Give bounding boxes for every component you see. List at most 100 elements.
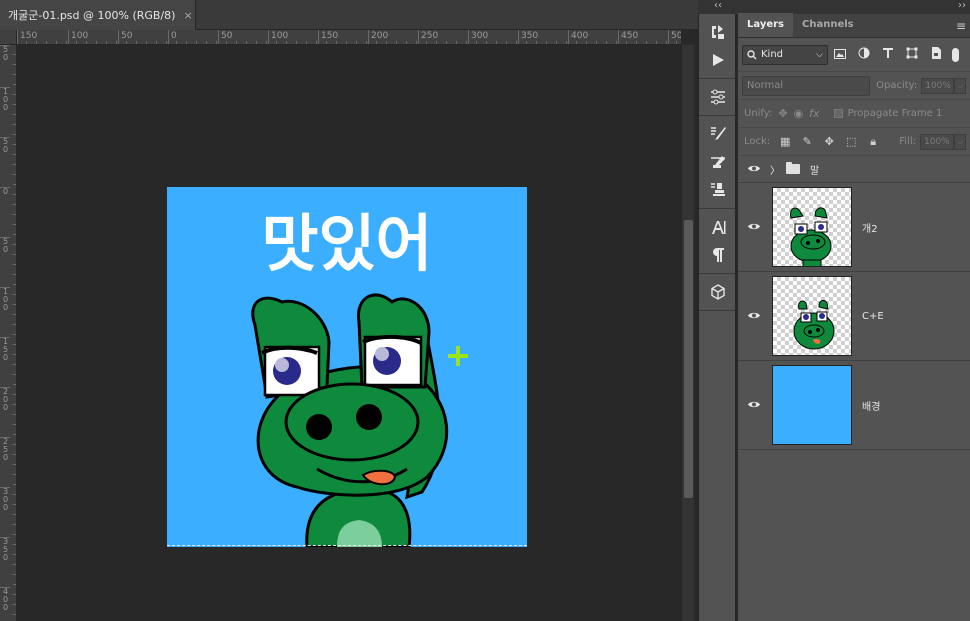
frog-artwork: 맛있어	[251, 207, 449, 547]
propagate-frame-checkbox[interactable]	[833, 109, 843, 118]
ruler-label: 350	[518, 30, 538, 44]
ruler-label: 400	[568, 30, 588, 44]
ruler-label: 250	[0, 437, 10, 462]
tab-layers[interactable]: Layers	[738, 13, 793, 37]
unify-visibility-icon[interactable]: ◉	[794, 107, 804, 120]
opacity-input[interactable]: 100%	[921, 77, 955, 94]
layers-panel: ›› Layers Channels ≡ Kind ⌵ Normal Opaci…	[738, 0, 970, 621]
horizontal-ruler[interactable]: 150 100 50 0 50 100 150 200 250 300 350 …	[17, 30, 681, 45]
layer-name[interactable]: 말	[810, 162, 819, 177]
close-icon[interactable]: ×	[183, 9, 192, 22]
blend-mode-select[interactable]: Normal	[742, 75, 871, 96]
adjustments-icon[interactable]	[699, 83, 737, 111]
folder-icon	[786, 162, 800, 174]
selection-marquee	[167, 545, 527, 546]
layer-row-group[interactable]: 〉 말	[738, 156, 970, 183]
layer-row[interactable]: 개2	[738, 183, 970, 272]
unify-style-icon[interactable]: fx	[809, 107, 819, 120]
visibility-eye-icon[interactable]	[738, 163, 770, 176]
layer-name[interactable]: 개2	[862, 220, 878, 235]
propagate-frame-label: Propagate Frame 1	[847, 108, 943, 119]
search-icon	[747, 49, 757, 59]
ruler-label: 0	[0, 187, 10, 196]
unify-row: Unify: ✥ ◉ fx Propagate Frame 1	[738, 100, 970, 128]
layer-row-background[interactable]: 배경	[738, 361, 970, 450]
panel-tab-bar: Layers Channels ≡	[738, 13, 970, 38]
filter-toggle-switch[interactable]	[952, 47, 959, 62]
document-canvas[interactable]: 맛있어	[167, 187, 527, 547]
chevron-right-icon[interactable]: 〉	[770, 162, 780, 177]
ruler-label: 150	[318, 30, 338, 44]
ruler-label: 50	[0, 237, 10, 254]
play-icon[interactable]	[699, 46, 737, 74]
kind-filter-label: Kind	[761, 49, 784, 60]
collapse-panels-button[interactable]: ‹‹	[698, 0, 738, 14]
expand-panels-button[interactable]: ››	[738, 0, 970, 14]
vertical-ruler[interactable]: 50 100 50 0 50 100 150 200 250 300 350 4…	[0, 45, 17, 621]
layer-filter-row: Kind ⌵	[738, 38, 970, 72]
ruler-label: 50	[0, 45, 10, 62]
history-brush-icon[interactable]	[699, 18, 737, 46]
artwork-text: 맛있어	[261, 207, 432, 280]
lock-position-icon[interactable]: ✥	[818, 135, 840, 148]
visibility-eye-icon[interactable]	[738, 310, 770, 323]
opacity-label: Opacity:	[876, 80, 918, 91]
brush-options-icon[interactable]	[699, 120, 737, 148]
scrollbar-thumb[interactable]	[684, 220, 693, 498]
layer-thumbnail	[772, 276, 852, 356]
ruler-label: 100	[0, 287, 10, 312]
ruler-origin[interactable]	[0, 30, 17, 45]
ruler-label: 250	[418, 30, 438, 44]
document-tab-title: 개굴군-01.psd @ 100% (RGB/8)	[8, 9, 176, 22]
ruler-label: 50	[0, 137, 10, 154]
vertical-scrollbar[interactable]	[681, 45, 694, 621]
layer-thumbnail	[772, 187, 852, 267]
opacity-dropdown-icon[interactable]: ⌵	[954, 77, 966, 94]
ruler-label: 350	[0, 537, 10, 562]
image-filter-icon[interactable]	[828, 48, 852, 62]
layer-row[interactable]: C+E	[738, 272, 970, 361]
layer-name[interactable]: C+E	[862, 311, 884, 322]
clone-source-icon[interactable]	[699, 176, 737, 204]
panel-icon-strip	[698, 14, 736, 621]
kind-filter-select[interactable]: Kind ⌵	[742, 44, 828, 65]
ruler-label: 100	[268, 30, 288, 44]
ruler-label: 100	[68, 30, 88, 44]
smart-object-filter-icon[interactable]	[924, 47, 948, 62]
lock-transparent-pixels-icon[interactable]: ▦	[774, 135, 796, 148]
ruler-label: 200	[368, 30, 388, 44]
document-tab[interactable]: 개굴군-01.psd @ 100% (RGB/8) ×	[0, 0, 196, 30]
ruler-label: 300	[0, 487, 10, 512]
paragraph-icon[interactable]	[699, 241, 737, 269]
unify-label: Unify:	[744, 108, 773, 119]
ruler-label: 150	[17, 30, 37, 44]
tab-channels[interactable]: Channels	[793, 13, 863, 37]
type-filter-icon[interactable]	[876, 47, 900, 62]
chevron-down-icon: ⌵	[816, 49, 823, 60]
ruler-label: 150	[0, 337, 10, 362]
ruler-label: 200	[0, 387, 10, 412]
visibility-eye-icon[interactable]	[738, 399, 770, 412]
lock-artboard-icon[interactable]: ⬚	[840, 135, 862, 148]
lock-image-pixels-icon[interactable]: ✎	[796, 135, 818, 148]
fill-dropdown-icon[interactable]: ⌵	[954, 133, 966, 150]
layer-name[interactable]: 배경	[862, 398, 880, 413]
document-tab-bar: 개굴군-01.psd @ 100% (RGB/8) ×	[0, 0, 698, 30]
visibility-eye-icon[interactable]	[738, 221, 770, 234]
shape-filter-icon[interactable]	[900, 47, 924, 62]
tool-presets-icon[interactable]	[699, 148, 737, 176]
ruler-label: 50	[668, 30, 681, 44]
3d-cube-icon[interactable]	[699, 278, 737, 306]
lock-label: Lock:	[744, 136, 771, 147]
panel-menu-icon[interactable]: ≡	[952, 15, 970, 37]
character-icon[interactable]	[699, 213, 737, 241]
ruler-label: 50	[118, 30, 132, 44]
unify-position-icon[interactable]: ✥	[778, 107, 787, 120]
adjustment-filter-icon[interactable]	[852, 47, 876, 62]
ruler-label: 100	[0, 87, 10, 112]
ruler-label: 0	[168, 30, 177, 44]
ruler-label: 400	[0, 587, 10, 612]
lock-all-icon[interactable]: 🔒︎	[862, 135, 884, 149]
layer-thumbnail	[772, 365, 852, 445]
fill-input[interactable]: 100%	[920, 133, 954, 150]
